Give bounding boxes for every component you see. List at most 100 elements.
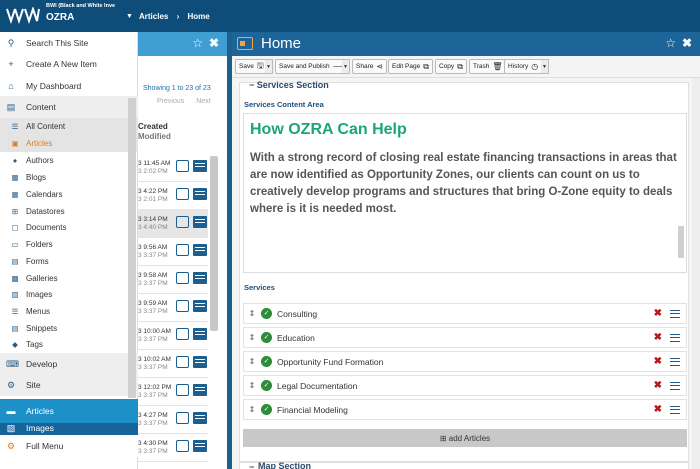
table-row[interactable]: 3 4:30 PM 3 3:37 PM — [138, 434, 208, 462]
save-publish-button[interactable]: Save and Publish ⟶ — [275, 59, 349, 74]
sidebar-item-snippets[interactable]: ▤ Snippets — [0, 320, 138, 337]
edit-page-button[interactable]: Edit Page ⧉ — [388, 59, 433, 74]
sidebar-item-folders[interactable]: ▭ Folders — [0, 236, 138, 253]
menu-item-content[interactable]: ▤ Content — [0, 96, 138, 118]
column-header-created[interactable]: Created Modified — [138, 122, 171, 142]
breadcrumb-articles[interactable]: Articles — [139, 12, 168, 21]
table-row[interactable]: 3 10:00 AM 3 3:37 PM — [138, 322, 208, 350]
list-item[interactable]: ⇕ ✓ Education ✖ — [243, 327, 687, 348]
menu-icon[interactable] — [670, 309, 680, 318]
next-button[interactable]: Next — [196, 98, 210, 105]
list-item[interactable]: ⇕ ✓ Legal Documentation ✖ — [243, 375, 687, 396]
drag-handle-icon[interactable]: ⇕ — [247, 357, 257, 366]
list-icon[interactable] — [193, 384, 207, 396]
sidebar-item-menus[interactable]: ☰ Menus — [0, 303, 138, 320]
table-row[interactable]: 3 3:14 PM 3 4:40 PM — [138, 210, 208, 238]
delete-icon[interactable]: ✖ — [654, 404, 662, 415]
external-link-icon[interactable] — [176, 300, 189, 312]
menu-scrollbar[interactable] — [128, 98, 136, 398]
external-link-icon[interactable] — [176, 356, 189, 368]
external-link-icon[interactable] — [176, 328, 189, 340]
sidebar-item-all-content[interactable]: ☰ All Content — [0, 118, 138, 135]
share-button[interactable]: Share ⋖ — [352, 59, 388, 74]
external-link-icon[interactable] — [176, 384, 189, 396]
star-icon[interactable]: ☆ — [665, 36, 676, 50]
external-link-icon[interactable] — [176, 188, 189, 200]
list-item[interactable]: ⇕ ✓ Consulting ✖ — [243, 303, 687, 324]
list-icon[interactable] — [193, 272, 207, 284]
menu-item-develop[interactable]: ⌨ Develop — [0, 353, 138, 375]
delete-icon[interactable]: ✖ — [654, 308, 662, 319]
editor-scrollbar[interactable] — [678, 226, 684, 258]
rich-text-editor[interactable]: How OZRA Can Help With a strong record o… — [243, 113, 687, 273]
caret-down-icon[interactable]: ▼ — [126, 13, 133, 20]
list-icon[interactable] — [193, 188, 207, 200]
external-link-icon[interactable] — [176, 440, 189, 452]
save-dropdown[interactable]: ▼ — [265, 59, 273, 74]
list-icon[interactable] — [193, 328, 207, 340]
editor-scrollbar-track[interactable] — [692, 78, 700, 469]
list-icon[interactable] — [193, 412, 207, 424]
list-item[interactable]: ⇕ ✓ Opportunity Fund Formation ✖ — [243, 351, 687, 372]
table-row[interactable]: 3 4:27 PM 3 3:37 PM — [138, 406, 208, 434]
menu-item-full-menu[interactable]: ⚙ Full Menu — [0, 435, 138, 457]
section-title[interactable]: − Services Section — [249, 80, 329, 90]
drag-handle-icon[interactable]: ⇕ — [247, 381, 257, 390]
sidebar-item-tags[interactable]: ◆ Tags — [0, 336, 138, 353]
previous-button[interactable]: Previous — [157, 98, 184, 105]
drag-handle-icon[interactable]: ⇕ — [247, 333, 257, 342]
copy-button[interactable]: Copy ⧉ — [435, 59, 467, 74]
menu-icon[interactable] — [670, 405, 680, 414]
list-item[interactable]: ⇕ ✓ Financial Modeling ✖ — [243, 399, 687, 420]
external-link-icon[interactable] — [176, 272, 189, 284]
list-icon[interactable] — [193, 160, 207, 172]
org-switcher[interactable]: BWI (Black and White Inve OZRA — [46, 3, 115, 23]
external-link-icon[interactable] — [176, 244, 189, 256]
list-scrollbar[interactable] — [210, 156, 218, 331]
menu-item-articles-open[interactable]: ▬ Articles — [0, 399, 138, 423]
breadcrumb-home[interactable]: Home — [188, 12, 210, 21]
table-row[interactable]: 3 9:56 AM 3 3:37 PM — [138, 238, 208, 266]
menu-item-search[interactable]: ⚲ Search This Site — [0, 32, 138, 54]
table-row[interactable]: 3 10:02 AM 3 3:37 PM — [138, 350, 208, 378]
menu-item-site[interactable]: ⚙ Site — [0, 374, 138, 396]
add-articles-button[interactable]: ⊞ add Articles — [243, 429, 687, 447]
table-row[interactable]: 3 9:59 AM 3 3:37 PM — [138, 294, 208, 322]
star-icon[interactable]: ☆ — [192, 36, 203, 50]
table-row[interactable]: 3 9:58 AM 3 3:37 PM — [138, 266, 208, 294]
sidebar-item-authors[interactable]: ● Authors — [0, 152, 138, 169]
menu-item-images-open[interactable]: ▧ Images — [0, 423, 138, 435]
sidebar-item-blogs[interactable]: ▦ Blogs — [0, 169, 138, 186]
save-publish-dropdown[interactable]: ▼ — [342, 59, 350, 74]
sidebar-item-documents[interactable]: ▢ Documents — [0, 219, 138, 236]
map-section[interactable]: − Map Section — [239, 461, 689, 469]
sidebar-item-forms[interactable]: ▤ Forms — [0, 253, 138, 270]
external-link-icon[interactable] — [176, 160, 189, 172]
list-icon[interactable] — [193, 216, 207, 228]
close-icon[interactable]: ✖ — [682, 36, 692, 50]
external-link-icon[interactable] — [176, 216, 189, 228]
sidebar-item-articles[interactable]: ▣ Articles — [0, 135, 138, 152]
sidebar-item-datastores[interactable]: ⊞ Datastores — [0, 203, 138, 220]
table-row[interactable]: 3 11:45 AM 3 2:02 PM — [138, 154, 208, 182]
list-icon[interactable] — [193, 356, 207, 368]
external-link-icon[interactable] — [176, 412, 189, 424]
sidebar-item-images[interactable]: ▧ Images — [0, 286, 138, 303]
save-button[interactable]: Save 🖫 — [235, 59, 268, 74]
menu-icon[interactable] — [670, 333, 680, 342]
drag-handle-icon[interactable]: ⇕ — [247, 309, 257, 318]
sidebar-item-galleries[interactable]: ▩ Galleries — [0, 270, 138, 287]
history-dropdown[interactable]: ▼ — [541, 59, 549, 74]
sidebar-item-calendars[interactable]: ▦ Calendars — [0, 186, 138, 203]
table-row[interactable]: 3 12:02 PM 3 3:37 PM — [138, 378, 208, 406]
menu-icon[interactable] — [670, 357, 680, 366]
list-icon[interactable] — [193, 300, 207, 312]
list-icon[interactable] — [193, 440, 207, 452]
drag-handle-icon[interactable]: ⇕ — [247, 405, 257, 414]
trash-button[interactable]: Trash 🗑 — [469, 59, 507, 74]
delete-icon[interactable]: ✖ — [654, 356, 662, 367]
menu-icon[interactable] — [670, 381, 680, 390]
history-button[interactable]: History ◷ — [504, 59, 543, 74]
table-row[interactable]: 3 4:22 PM 3 2:01 PM — [138, 182, 208, 210]
menu-item-dashboard[interactable]: ⌂ My Dashboard — [0, 75, 138, 97]
